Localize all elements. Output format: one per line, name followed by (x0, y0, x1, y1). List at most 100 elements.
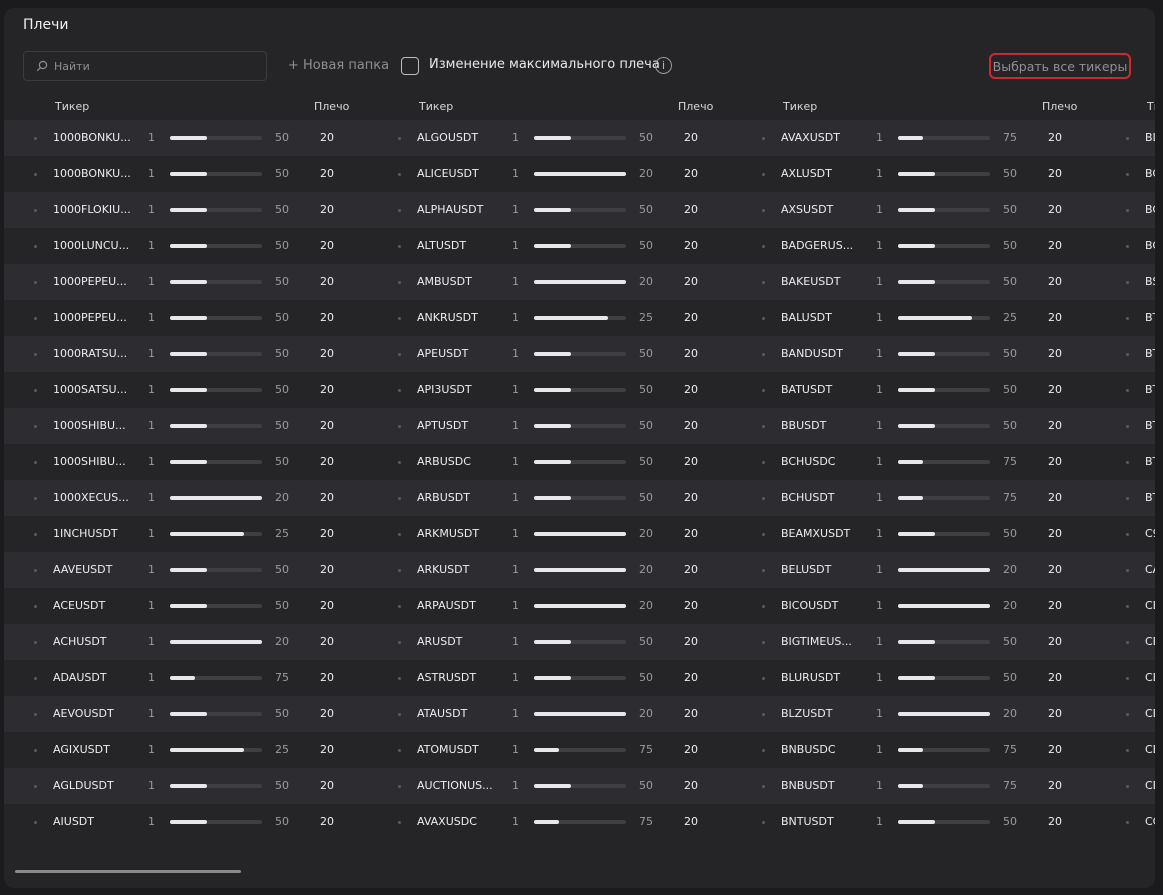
row-drag-handle[interactable] (34, 209, 37, 212)
leverage-value[interactable]: 20 (684, 491, 698, 504)
row-drag-handle[interactable] (34, 173, 37, 176)
leverage-slider[interactable] (898, 316, 990, 320)
leverage-slider[interactable] (170, 496, 262, 500)
leverage-slider[interactable] (898, 208, 990, 212)
leverage-slider[interactable] (898, 496, 990, 500)
leverage-slider[interactable] (534, 208, 626, 212)
row-drag-handle[interactable] (398, 461, 401, 464)
leverage-slider[interactable] (534, 532, 626, 536)
row-drag-handle[interactable] (1126, 497, 1129, 500)
leverage-slider[interactable] (534, 820, 626, 824)
search-input[interactable]: Найти (23, 51, 267, 81)
leverage-slider[interactable] (170, 640, 262, 644)
leverage-slider[interactable] (534, 388, 626, 392)
leverage-value[interactable]: 20 (684, 167, 698, 180)
leverage-value[interactable]: 20 (1048, 347, 1062, 360)
row-drag-handle[interactable] (762, 461, 765, 464)
row-drag-handle[interactable] (1126, 785, 1129, 788)
leverage-slider[interactable] (534, 676, 626, 680)
row-drag-handle[interactable] (762, 245, 765, 248)
leverage-slider[interactable] (170, 280, 262, 284)
leverage-value[interactable]: 20 (684, 275, 698, 288)
leverage-value[interactable]: 20 (1048, 671, 1062, 684)
leverage-slider[interactable] (170, 136, 262, 140)
row-drag-handle[interactable] (762, 173, 765, 176)
leverage-value[interactable]: 20 (684, 527, 698, 540)
leverage-value[interactable]: 20 (1048, 311, 1062, 324)
max-leverage-checkbox[interactable] (401, 57, 419, 75)
leverage-slider[interactable] (170, 532, 262, 536)
row-drag-handle[interactable] (398, 569, 401, 572)
leverage-value[interactable]: 20 (320, 311, 334, 324)
leverage-value[interactable]: 20 (1048, 635, 1062, 648)
leverage-value[interactable]: 20 (320, 815, 334, 828)
row-drag-handle[interactable] (762, 425, 765, 428)
leverage-slider[interactable] (534, 784, 626, 788)
row-drag-handle[interactable] (34, 245, 37, 248)
row-drag-handle[interactable] (34, 605, 37, 608)
leverage-value[interactable]: 20 (1048, 131, 1062, 144)
leverage-slider[interactable] (898, 820, 990, 824)
row-drag-handle[interactable] (398, 425, 401, 428)
leverage-value[interactable]: 20 (684, 563, 698, 576)
row-drag-handle[interactable] (398, 281, 401, 284)
row-drag-handle[interactable] (762, 713, 765, 716)
leverage-slider[interactable] (898, 172, 990, 176)
leverage-value[interactable]: 20 (320, 527, 334, 540)
row-drag-handle[interactable] (762, 389, 765, 392)
row-drag-handle[interactable] (1126, 389, 1129, 392)
leverage-value[interactable]: 20 (1048, 167, 1062, 180)
leverage-value[interactable]: 20 (320, 635, 334, 648)
leverage-value[interactable]: 20 (1048, 203, 1062, 216)
column-header-ticker[interactable]: Тикер (419, 100, 453, 113)
row-drag-handle[interactable] (762, 137, 765, 140)
leverage-value[interactable]: 20 (1048, 779, 1062, 792)
leverage-slider[interactable] (170, 208, 262, 212)
leverage-value[interactable]: 20 (320, 383, 334, 396)
row-drag-handle[interactable] (762, 281, 765, 284)
row-drag-handle[interactable] (762, 317, 765, 320)
column-header-leverage[interactable]: Плечо (678, 100, 713, 113)
row-drag-handle[interactable] (762, 533, 765, 536)
leverage-slider[interactable] (170, 244, 262, 248)
leverage-value[interactable]: 20 (684, 239, 698, 252)
leverage-value[interactable]: 20 (320, 131, 334, 144)
leverage-value[interactable]: 20 (320, 239, 334, 252)
leverage-slider[interactable] (898, 784, 990, 788)
row-drag-handle[interactable] (762, 641, 765, 644)
leverage-slider[interactable] (534, 460, 626, 464)
row-drag-handle[interactable] (34, 425, 37, 428)
row-drag-handle[interactable] (1126, 713, 1129, 716)
leverage-slider[interactable] (534, 496, 626, 500)
row-drag-handle[interactable] (398, 641, 401, 644)
leverage-value[interactable]: 20 (320, 671, 334, 684)
leverage-value[interactable]: 20 (320, 743, 334, 756)
row-drag-handle[interactable] (398, 137, 401, 140)
row-drag-handle[interactable] (1126, 209, 1129, 212)
row-drag-handle[interactable] (34, 137, 37, 140)
column-header-ticker[interactable]: Тикер (783, 100, 817, 113)
row-drag-handle[interactable] (34, 533, 37, 536)
leverage-slider[interactable] (170, 568, 262, 572)
leverage-slider[interactable] (534, 316, 626, 320)
leverage-slider[interactable] (898, 424, 990, 428)
leverage-slider[interactable] (170, 676, 262, 680)
leverage-value[interactable]: 20 (1048, 275, 1062, 288)
info-icon[interactable]: i (655, 57, 672, 74)
row-drag-handle[interactable] (398, 317, 401, 320)
row-drag-handle[interactable] (34, 749, 37, 752)
row-drag-handle[interactable] (398, 389, 401, 392)
row-drag-handle[interactable] (34, 677, 37, 680)
leverage-slider[interactable] (170, 424, 262, 428)
leverage-value[interactable]: 20 (320, 707, 334, 720)
leverage-slider[interactable] (898, 532, 990, 536)
leverage-value[interactable]: 20 (684, 455, 698, 468)
leverage-value[interactable]: 20 (684, 203, 698, 216)
row-drag-handle[interactable] (1126, 245, 1129, 248)
leverage-value[interactable]: 20 (320, 203, 334, 216)
leverage-value[interactable]: 20 (320, 275, 334, 288)
leverage-slider[interactable] (898, 352, 990, 356)
row-drag-handle[interactable] (1126, 425, 1129, 428)
row-drag-handle[interactable] (398, 209, 401, 212)
row-drag-handle[interactable] (34, 569, 37, 572)
